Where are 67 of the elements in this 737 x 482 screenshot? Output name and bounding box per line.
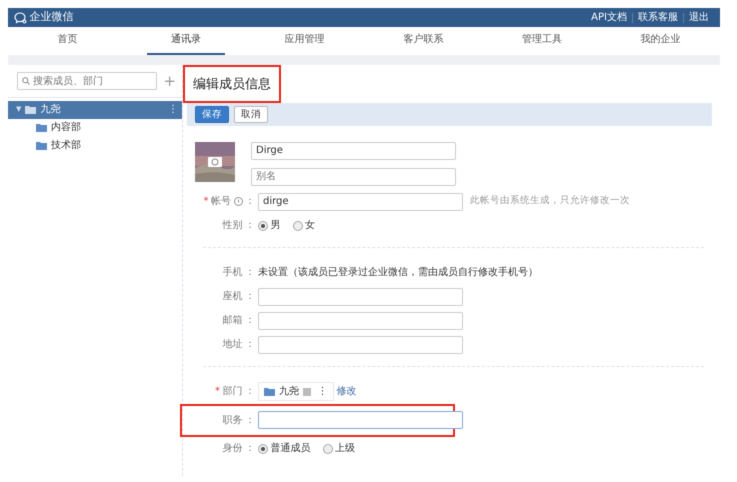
folder-icon bbox=[36, 123, 47, 132]
colon-text: ： bbox=[245, 385, 255, 399]
field-label: 部门 bbox=[222, 384, 242, 399]
radio-button[interactable] bbox=[258, 220, 268, 230]
hint-text: 此帐号由系统生成，只允许修改一次 bbox=[470, 194, 630, 208]
colon-text: ： bbox=[245, 266, 255, 280]
tree-label: 九尧 bbox=[40, 102, 60, 117]
page-title: 编辑成员信息 bbox=[193, 77, 271, 92]
cancel-button[interactable]: 取消 bbox=[234, 106, 268, 122]
chat-bubble-icon bbox=[14, 12, 27, 24]
tree-item[interactable]: 技术部 bbox=[8, 136, 182, 154]
header-link[interactable]: 联系客服 bbox=[632, 12, 683, 22]
colon-text: ： bbox=[245, 290, 255, 304]
info-icon[interactable] bbox=[234, 197, 242, 206]
colon-text: ： bbox=[245, 442, 255, 456]
required-mark: * bbox=[204, 195, 208, 209]
square-icon[interactable] bbox=[303, 388, 311, 396]
field-value: 未设置（该成员已登录过企业微信，需由成员自行修改手机号） bbox=[258, 266, 538, 280]
more-icon[interactable]: ⋮ bbox=[318, 384, 328, 399]
colon-text: ： bbox=[245, 338, 255, 352]
input-field[interactable] bbox=[258, 312, 463, 330]
required-mark: * bbox=[215, 385, 220, 399]
input-field[interactable]: dirge bbox=[258, 192, 463, 210]
nav-tab[interactable]: 通讯录 bbox=[146, 27, 226, 55]
nav-tab[interactable]: 应用管理 bbox=[265, 27, 344, 55]
tree-label: 内容部 bbox=[51, 120, 81, 135]
header-link[interactable]: 退出 bbox=[683, 12, 714, 22]
radio-button[interactable] bbox=[322, 444, 332, 454]
radio-label[interactable]: 男 bbox=[270, 218, 280, 233]
edit-link[interactable]: 修改 bbox=[336, 384, 356, 399]
radio-button[interactable] bbox=[258, 444, 268, 454]
colon-text: ： bbox=[245, 414, 255, 428]
nav-tab[interactable]: 首页 bbox=[28, 27, 107, 55]
input-field[interactable] bbox=[258, 288, 463, 306]
input-field[interactable] bbox=[258, 411, 463, 429]
nav-tab[interactable]: 我的企业 bbox=[621, 27, 700, 55]
logo-text: 企业微信 bbox=[30, 9, 74, 26]
radio-label[interactable]: 普通成员 bbox=[270, 441, 310, 456]
radio-label[interactable]: 上级 bbox=[335, 441, 355, 456]
name-field[interactable]: Dirge bbox=[251, 142, 456, 160]
field-label: 帐号 bbox=[211, 194, 231, 209]
header-link[interactable]: API文档 bbox=[586, 12, 632, 22]
radio-button[interactable] bbox=[292, 220, 302, 230]
field-label: 邮箱 bbox=[222, 314, 242, 328]
field-label: 性别 bbox=[222, 218, 242, 233]
more-icon[interactable]: ⋮ bbox=[168, 102, 182, 117]
field-label: 座机 bbox=[222, 290, 242, 304]
colon-text: ： bbox=[245, 219, 255, 233]
colon-text: ： bbox=[245, 195, 255, 209]
tree-item[interactable]: 内容部 bbox=[8, 118, 182, 136]
field-label: 地址 bbox=[222, 338, 242, 352]
save-button[interactable]: 保存 bbox=[195, 106, 229, 122]
field-label: 身份 bbox=[222, 442, 242, 456]
radio-label[interactable]: 女 bbox=[305, 218, 315, 233]
alias-field[interactable]: 别名 bbox=[251, 168, 456, 186]
chip-label: 九尧 bbox=[279, 384, 299, 399]
nav-tab[interactable]: 管理工具 bbox=[502, 27, 582, 55]
colon-text: ： bbox=[245, 314, 255, 328]
field-label: 手机 bbox=[222, 266, 242, 280]
folder-icon bbox=[25, 105, 36, 114]
folder-icon bbox=[36, 141, 47, 150]
field-label: 职务 bbox=[222, 414, 242, 428]
folder-icon bbox=[264, 387, 275, 396]
tree-label: 技术部 bbox=[51, 138, 81, 153]
input-field[interactable] bbox=[258, 336, 463, 354]
search-field[interactable]: 搜索成员、部门 bbox=[17, 72, 158, 90]
nav-tab[interactable]: 客户联系 bbox=[384, 27, 463, 55]
